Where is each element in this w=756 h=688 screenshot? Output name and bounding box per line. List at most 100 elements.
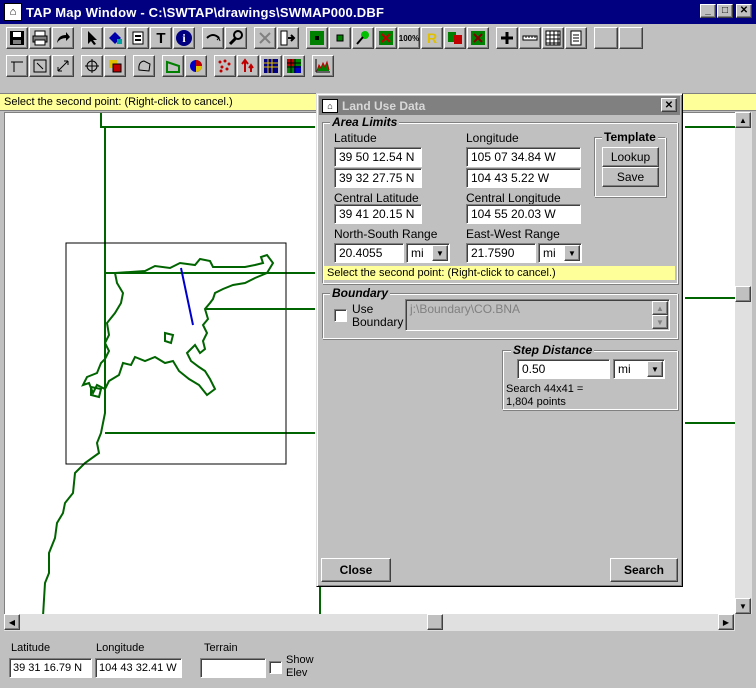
scatter-icon[interactable] xyxy=(214,55,236,77)
boundary-scroll-down-icon: ▼ xyxy=(652,315,668,329)
latitude-2-field[interactable]: 39 32 27.75 N xyxy=(334,168,422,188)
vertical-scrollbar[interactable]: ▲ ▼ xyxy=(735,112,752,615)
chevron-down-icon[interactable]: ▼ xyxy=(647,361,663,377)
ew-range-field[interactable]: 21.7590 xyxy=(466,243,536,263)
dialog-title: Land Use Data xyxy=(342,98,426,113)
grid-b-icon[interactable] xyxy=(283,55,305,77)
search-button[interactable]: Search xyxy=(610,558,678,582)
text-icon[interactable]: T xyxy=(150,27,172,49)
scroll-right-icon[interactable]: ▶ xyxy=(718,614,734,630)
print-icon[interactable] xyxy=(29,27,51,49)
dialog-close-button[interactable]: ✕ xyxy=(661,98,677,112)
boundary-path-field: j:\Boundary\CO.BNA ▲ ▼ xyxy=(405,299,670,331)
pointer-icon[interactable] xyxy=(81,27,103,49)
use-boundary-label-2: Boundary xyxy=(352,315,404,329)
scrollbar-corner xyxy=(735,614,752,631)
show-elev-checkbox[interactable] xyxy=(269,661,282,674)
site-icon[interactable] xyxy=(306,27,328,49)
plus-icon[interactable] xyxy=(496,27,518,49)
notes-icon[interactable] xyxy=(565,27,587,49)
ns-unit-select[interactable]: mi ▼ xyxy=(406,243,450,263)
polygon-icon[interactable] xyxy=(133,55,155,77)
scroll-up-icon[interactable]: ▲ xyxy=(735,112,751,128)
central-longitude-field[interactable]: 104 55 20.03 W xyxy=(466,204,581,224)
layers-icon[interactable] xyxy=(104,55,126,77)
ew-range-label: East-West Range xyxy=(466,227,560,241)
close-button[interactable]: ✕ xyxy=(736,4,752,18)
fill-icon[interactable] xyxy=(104,27,126,49)
horizontal-scrollbar[interactable]: ◀ ▶ xyxy=(4,614,735,631)
step-unit-select[interactable]: mi ▼ xyxy=(613,359,665,379)
use-boundary-checkbox[interactable] xyxy=(334,309,347,322)
secondary-toolbar xyxy=(0,52,756,80)
redo-icon[interactable] xyxy=(52,27,74,49)
grid-a-icon[interactable] xyxy=(260,55,282,77)
chevron-down-icon[interactable]: ▼ xyxy=(432,245,448,261)
step-distance-field[interactable]: 0.50 xyxy=(517,359,610,379)
close-dialog-button[interactable]: Close xyxy=(321,558,391,582)
scroll-left-icon[interactable]: ◀ xyxy=(4,614,20,630)
lookup-button[interactable]: Lookup xyxy=(602,147,659,167)
small-site-icon[interactable] xyxy=(329,27,351,49)
line-icon[interactable] xyxy=(6,55,28,77)
pin-icon[interactable] xyxy=(352,27,374,49)
save-template-button[interactable]: Save xyxy=(602,167,659,187)
scroll-down-icon[interactable]: ▼ xyxy=(735,598,751,614)
r-icon[interactable]: R xyxy=(421,27,443,49)
latitude-label: Latitude xyxy=(11,642,51,654)
window-title-bar: ⌂ TAP Map Window - C:\SWTAP\drawings\SWM… xyxy=(0,0,756,24)
measurement-line xyxy=(180,267,194,326)
save-icon[interactable] xyxy=(6,27,28,49)
table-icon[interactable] xyxy=(542,27,564,49)
show-elev-label-2: Elev xyxy=(286,667,308,679)
cut-icon[interactable] xyxy=(254,27,276,49)
zoom-100-icon[interactable]: 100% xyxy=(398,27,420,49)
latitude-field[interactable]: 39 31 16.79 N xyxy=(9,658,92,678)
longitude-1-field[interactable]: 105 07 34.84 W xyxy=(466,147,581,167)
properties-icon[interactable] xyxy=(127,27,149,49)
app-icon[interactable]: ⌂ xyxy=(4,3,22,21)
info-icon[interactable]: i xyxy=(173,27,195,49)
dialog-title-bar[interactable]: ⌂ Land Use Data ✕ xyxy=(319,96,680,115)
vertical-scroll-thumb[interactable] xyxy=(735,286,751,302)
resize-icon[interactable] xyxy=(52,55,74,77)
city-outline xyxy=(81,253,275,397)
step-unit-value: mi xyxy=(618,362,631,376)
coordinates-panel: Latitude Longitude Terrain 39 31 16.79 N… xyxy=(0,632,756,688)
blank-tool-2-icon[interactable] xyxy=(619,27,643,49)
horizontal-scroll-thumb[interactable] xyxy=(427,614,443,630)
delete-icon[interactable] xyxy=(375,27,397,49)
ns-range-field[interactable]: 20.4055 xyxy=(334,243,404,263)
chevron-down-icon[interactable]: ▼ xyxy=(564,245,580,261)
area-icon[interactable] xyxy=(162,55,184,77)
arrow-up-icon[interactable] xyxy=(237,55,259,77)
dialog-hint: Select the second point: (Right-click to… xyxy=(324,266,675,280)
longitude-2-field[interactable]: 104 43 5.22 W xyxy=(466,168,581,188)
ns-range-label: North-South Range xyxy=(334,227,438,241)
node-icon[interactable] xyxy=(29,55,51,77)
boundary-path-text: j:\Boundary\CO.BNA xyxy=(410,302,521,316)
pan-icon[interactable] xyxy=(202,27,224,49)
maximize-button[interactable]: □ xyxy=(717,4,733,18)
grid-icon[interactable] xyxy=(467,27,489,49)
longitude-label: Longitude xyxy=(96,642,145,654)
latitude-1-field[interactable]: 39 50 12.54 N xyxy=(334,147,422,167)
ruler-icon[interactable] xyxy=(519,27,541,49)
central-latitude-field[interactable]: 39 41 20.15 N xyxy=(334,204,422,224)
terrain-field[interactable] xyxy=(200,658,266,678)
show-elev-label-1: Show xyxy=(286,654,314,666)
central-latitude-label: Central Latitude xyxy=(334,191,419,205)
county-line xyxy=(42,127,106,615)
swap-icon[interactable] xyxy=(444,27,466,49)
step-distance-title: Step Distance xyxy=(511,343,595,357)
tools-icon[interactable] xyxy=(225,27,247,49)
longitude-field[interactable]: 104 43 32.41 W xyxy=(95,658,182,678)
search-summary-2: 1,804 points xyxy=(506,396,566,408)
minimize-button[interactable]: _ xyxy=(700,4,716,18)
crosshair-icon[interactable] xyxy=(81,55,103,77)
pie-icon[interactable] xyxy=(185,55,207,77)
blank-tool-1-icon[interactable] xyxy=(594,27,618,49)
profile-icon[interactable] xyxy=(312,55,334,77)
export-icon[interactable] xyxy=(277,27,299,49)
ew-unit-select[interactable]: mi ▼ xyxy=(538,243,582,263)
